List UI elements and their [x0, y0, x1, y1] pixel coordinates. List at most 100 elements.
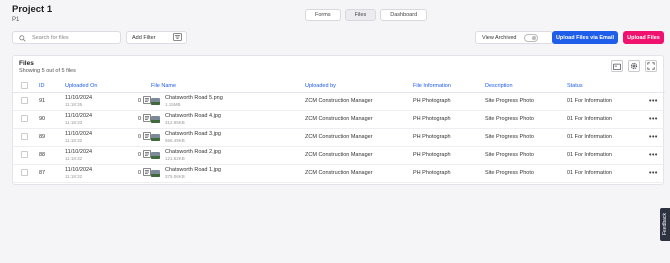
uploaded-on: 11/10/2024 11:18:33: [65, 110, 123, 129]
tab-forms[interactable]: Forms: [305, 9, 341, 21]
file-id: 90: [39, 110, 65, 129]
column-file-name[interactable]: File Name: [151, 81, 305, 93]
file-size: 121.52KB: [165, 156, 185, 161]
tab-files[interactable]: Files: [344, 9, 377, 21]
upload-date: 11/10/2024: [65, 131, 93, 137]
uploaded-by: ZCM Construction Manager: [305, 146, 413, 165]
description: Site Progress Photo: [485, 92, 567, 111]
comment-icon: [143, 114, 151, 124]
comment-icon: [143, 150, 151, 160]
file-information: PH Photograph: [413, 164, 485, 183]
comment-count-value: 0: [137, 98, 141, 104]
upload-via-email-button[interactable]: Upload Files via Email: [552, 31, 618, 44]
uploaded-by: ZCM Construction Manager: [305, 128, 413, 147]
view-archived-label: View Archived: [482, 34, 517, 41]
search-input[interactable]: [32, 34, 112, 41]
row-checkbox[interactable]: [21, 114, 28, 122]
panel-actions: [611, 60, 657, 72]
files-count: Showing 5 out of 5 files: [19, 68, 76, 74]
image-thumbnail-icon: [151, 115, 160, 123]
table-row[interactable]: 87 11/10/2024 11:18:32 0 Chatsworth Road 1.j…: [13, 164, 665, 183]
file-name: Chatsworth Road 1.jpg: [165, 167, 221, 173]
status: 01 For Information: [567, 110, 649, 129]
upload-time: 11:18:32: [65, 138, 83, 143]
comment-icon: [143, 96, 151, 106]
upload-date: 11/10/2024: [65, 95, 93, 101]
table-row[interactable]: 91 11/10/2024 11:18:35 0 Chatsworth Road 5.p…: [13, 92, 665, 111]
table-row[interactable]: 89 11/10/2024 11:18:32 0 Chatsworth Road 3.j…: [13, 128, 665, 147]
uploaded-on: 11/10/2024 11:18:35: [65, 92, 123, 111]
column-file-information[interactable]: File Information: [413, 81, 485, 93]
description: Site Progress Photo: [485, 146, 567, 165]
row-checkbox[interactable]: [21, 132, 28, 140]
row-checkbox[interactable]: [21, 168, 28, 176]
status: 01 For Information: [567, 164, 649, 183]
comment-icon: [143, 168, 151, 178]
comment-count-value: 0: [137, 116, 141, 122]
new-folder-icon[interactable]: [611, 60, 623, 72]
add-filter-button[interactable]: Add Filter: [126, 31, 187, 44]
comment-count[interactable]: 0: [123, 168, 151, 178]
column-id[interactable]: ID: [39, 81, 65, 93]
comment-count[interactable]: 0: [123, 150, 151, 160]
upload-files-button[interactable]: Upload Files: [623, 31, 664, 44]
status: 01 For Information: [567, 146, 649, 165]
comment-count[interactable]: 0: [123, 132, 151, 142]
file-name-cell[interactable]: Chatsworth Road 1.jpg 375.06KB: [151, 167, 305, 179]
feedback-tab[interactable]: Feedback: [660, 208, 670, 241]
upload-time: 11:18:35: [65, 102, 83, 107]
table-row[interactable]: 90 11/10/2024 11:18:33 0 Chatsworth Road 4.j…: [13, 110, 665, 129]
file-information: PH Photograph: [413, 110, 485, 129]
comment-count-value: 0: [137, 134, 141, 140]
file-id: 88: [39, 146, 65, 165]
status: 01 For Information: [567, 92, 649, 111]
table-row[interactable]: 88 11/10/2024 11:18:32 0 Chatsworth Road 2.j…: [13, 146, 665, 165]
column-uploaded-on[interactable]: Uploaded On: [65, 81, 123, 93]
file-information: PH Photograph: [413, 128, 485, 147]
upload-date: 11/10/2024: [65, 167, 93, 173]
file-size: 375.06KB: [165, 174, 185, 179]
uploaded-on: 11/10/2024 11:18:32: [65, 146, 123, 165]
settings-icon[interactable]: [628, 60, 640, 72]
search-icon: [19, 29, 26, 47]
project-header: Project 1 P1: [12, 4, 52, 23]
more-options-icon[interactable]: •••: [649, 98, 658, 105]
uploaded-by: ZCM Construction Manager: [305, 164, 413, 183]
file-information: PH Photograph: [413, 92, 485, 111]
upload-date: 11/10/2024: [65, 113, 93, 119]
comment-count[interactable]: 0: [123, 114, 151, 124]
more-options-icon[interactable]: •••: [649, 152, 658, 159]
row-checkbox[interactable]: [21, 96, 28, 104]
view-archived-control: View Archived: [475, 31, 553, 44]
column-uploaded-by[interactable]: Uploaded by: [305, 81, 413, 93]
add-filter-label: Add Filter: [132, 34, 156, 41]
tab-dashboard[interactable]: Dashboard: [380, 9, 428, 21]
uploaded-by: ZCM Construction Manager: [305, 92, 413, 111]
description: Site Progress Photo: [485, 128, 567, 147]
comment-icon: [143, 132, 151, 142]
more-options-icon[interactable]: •••: [649, 116, 658, 123]
image-thumbnail-icon: [151, 169, 160, 177]
file-name-cell[interactable]: Chatsworth Road 4.jpg 312.85KB: [151, 113, 305, 125]
column-status[interactable]: Status: [567, 81, 649, 93]
view-archived-toggle[interactable]: [524, 33, 539, 42]
row-checkbox[interactable]: [21, 150, 28, 158]
file-name: Chatsworth Road 3.jpg: [165, 131, 221, 137]
more-options-icon[interactable]: •••: [649, 134, 658, 141]
page-title: Project 1: [12, 4, 53, 15]
file-name-cell[interactable]: Chatsworth Road 2.jpg 121.52KB: [151, 149, 305, 161]
expand-icon[interactable]: [645, 60, 657, 72]
more-options-icon[interactable]: •••: [649, 170, 658, 177]
file-name-cell[interactable]: Chatsworth Road 3.jpg 566.49KB: [151, 131, 305, 143]
file-size: 312.85KB: [165, 120, 185, 125]
file-name-cell[interactable]: Chatsworth Road 5.png 1.15MB: [151, 95, 305, 107]
comment-count[interactable]: 0: [123, 96, 151, 106]
files-panel-title: Files: [19, 60, 34, 67]
select-all-checkbox[interactable]: [21, 81, 28, 89]
view-tabs: Forms Files Dashboard: [305, 9, 428, 21]
image-thumbnail-icon: [151, 151, 160, 159]
search-box[interactable]: [12, 31, 121, 44]
uploaded-on: 11/10/2024 11:18:32: [65, 164, 123, 183]
file-id: 89: [39, 128, 65, 147]
column-description[interactable]: Description: [485, 81, 567, 93]
